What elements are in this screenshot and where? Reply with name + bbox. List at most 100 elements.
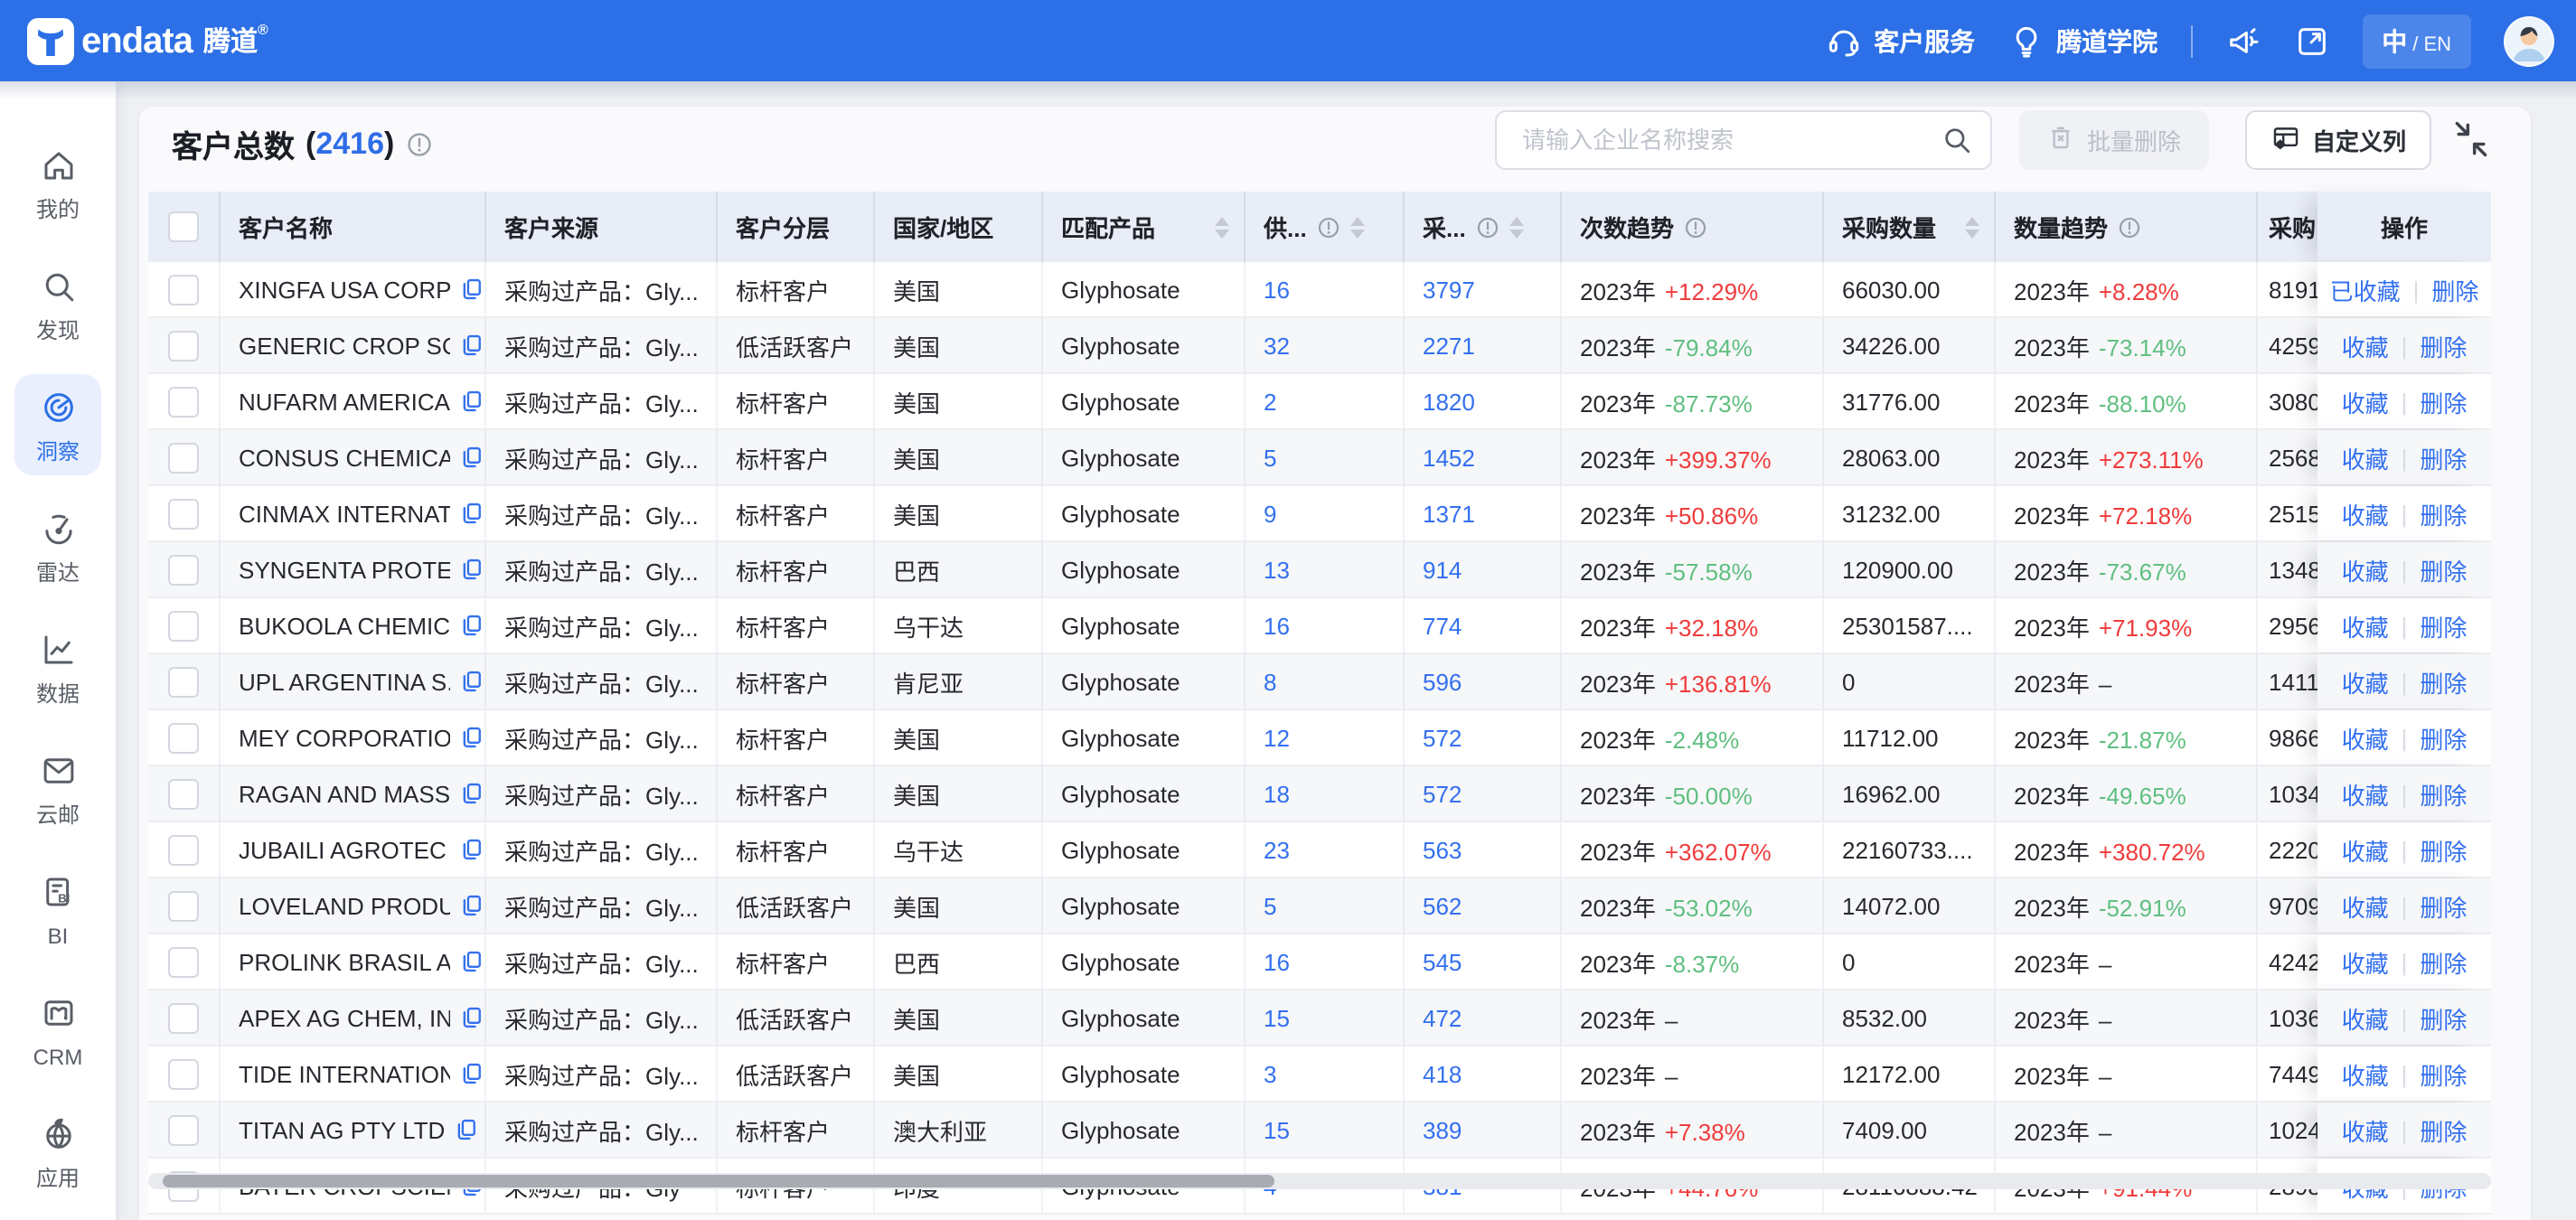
horizontal-scrollbar-track[interactable] — [148, 1173, 2491, 1189]
favorite-link[interactable]: 收藏 — [2342, 720, 2389, 755]
favorite-link[interactable]: 收藏 — [2342, 664, 2389, 699]
row-checkbox[interactable] — [168, 1002, 199, 1033]
purchase-count-link[interactable]: 1371 — [1423, 500, 1475, 527]
supplier-count-link[interactable]: 16 — [1264, 612, 1290, 639]
copy-icon[interactable] — [459, 333, 484, 358]
customer-name[interactable]: TITAN AG PTY LTD — [239, 1116, 445, 1143]
supplier-count-link[interactable]: 15 — [1264, 1004, 1290, 1031]
favorite-link[interactable]: 收藏 — [2342, 552, 2389, 587]
customer-name[interactable]: GENERIC CROP SCI — [239, 332, 450, 359]
row-checkbox[interactable] — [168, 722, 199, 753]
purchase-count-link[interactable]: 572 — [1423, 724, 1462, 751]
header-select-all[interactable] — [148, 192, 221, 262]
sidebar-item-雷达[interactable]: 雷达 — [14, 495, 101, 596]
nav-academy[interactable]: 腾道学院 — [2007, 23, 2158, 59]
supplier-count-link[interactable]: 23 — [1264, 836, 1290, 863]
fullscreen-icon[interactable] — [2293, 23, 2329, 59]
row-checkbox[interactable] — [168, 778, 199, 809]
favorite-link[interactable]: 收藏 — [2342, 608, 2389, 643]
delete-link[interactable]: 删除 — [2420, 888, 2467, 923]
customer-name[interactable]: RAGAN AND MASSE — [239, 780, 450, 807]
supplier-count-link[interactable]: 32 — [1264, 332, 1290, 359]
customer-name[interactable]: SYNGENTA PROTEC — [239, 556, 450, 583]
delete-link[interactable]: 删除 — [2420, 496, 2467, 530]
purchase-count-link[interactable]: 2271 — [1423, 332, 1475, 359]
supplier-count-link[interactable]: 18 — [1264, 780, 1290, 807]
row-checkbox[interactable] — [168, 330, 199, 361]
supplier-count-link[interactable]: 5 — [1264, 444, 1276, 471]
copy-icon[interactable] — [459, 893, 484, 918]
copy-icon[interactable] — [459, 389, 484, 414]
customer-name[interactable]: BUKOOLA CHEMICA — [239, 612, 450, 639]
sort-icon[interactable] — [1509, 216, 1524, 238]
info-icon[interactable] — [405, 129, 434, 158]
row-checkbox[interactable] — [168, 610, 199, 641]
info-icon[interactable] — [1683, 214, 1708, 239]
select-all-checkbox[interactable] — [168, 211, 199, 242]
supplier-count-link[interactable]: 9 — [1264, 500, 1276, 527]
purchase-count-link[interactable]: 389 — [1423, 1116, 1462, 1143]
delete-link[interactable]: 删除 — [2420, 384, 2467, 418]
favorite-link[interactable]: 收藏 — [2342, 496, 2389, 530]
sidebar-item-BI[interactable]: BIBI — [14, 859, 101, 960]
customer-name[interactable]: TIDE INTERNATIONA — [239, 1060, 450, 1087]
user-avatar[interactable] — [2504, 15, 2554, 66]
customer-name[interactable]: APEX AG CHEM, IN — [239, 1004, 450, 1031]
favorite-link[interactable]: 收藏 — [2342, 776, 2389, 811]
purchase-count-link[interactable]: 1820 — [1423, 388, 1475, 415]
supplier-count-link[interactable]: 13 — [1264, 556, 1290, 583]
row-checkbox[interactable] — [168, 946, 199, 977]
batch-delete-button[interactable]: 批量删除 — [2019, 110, 2209, 170]
supplier-count-link[interactable]: 2 — [1264, 388, 1276, 415]
info-icon[interactable] — [1475, 214, 1500, 239]
sidebar-item-应用[interactable]: 应用 — [14, 1101, 101, 1202]
horizontal-scrollbar-thumb[interactable] — [163, 1175, 1274, 1187]
sort-icon[interactable] — [1350, 216, 1365, 238]
purchase-count-link[interactable]: 418 — [1423, 1060, 1462, 1087]
purchase-count-link[interactable]: 563 — [1423, 836, 1462, 863]
customer-name[interactable]: LOVELAND PRODUC — [239, 892, 450, 919]
supplier-count-link[interactable]: 12 — [1264, 724, 1290, 751]
row-checkbox[interactable] — [168, 386, 199, 417]
delete-link[interactable]: 删除 — [2420, 832, 2467, 867]
purchase-count-link[interactable]: 1452 — [1423, 444, 1475, 471]
customer-name[interactable]: XINGFA USA CORPO — [239, 276, 450, 303]
sort-icon[interactable] — [1965, 216, 1979, 238]
nav-customer-service[interactable]: 客户服务 — [1825, 23, 1975, 59]
sidebar-item-云邮[interactable]: 云邮 — [14, 737, 101, 839]
row-checkbox[interactable] — [168, 666, 199, 697]
customer-name[interactable]: PROLINK BRASIL AG — [239, 948, 450, 975]
supplier-count-link[interactable]: 3 — [1264, 1060, 1276, 1087]
copy-icon[interactable] — [459, 613, 484, 638]
supplier-count-link[interactable]: 8 — [1264, 668, 1276, 695]
row-checkbox[interactable] — [168, 274, 199, 305]
delete-link[interactable]: 删除 — [2420, 552, 2467, 587]
delete-link[interactable]: 删除 — [2420, 776, 2467, 811]
customer-name[interactable]: CINMAX INTERNATIO — [239, 500, 450, 527]
favorite-link[interactable]: 收藏 — [2342, 1000, 2389, 1035]
megaphone-icon[interactable] — [2224, 23, 2261, 59]
favorite-link[interactable]: 收藏 — [2342, 440, 2389, 474]
copy-icon[interactable] — [459, 669, 484, 694]
row-checkbox[interactable] — [168, 1058, 199, 1089]
delete-link[interactable]: 删除 — [2420, 1112, 2467, 1147]
sort-icon[interactable] — [1215, 216, 1229, 238]
favorite-link[interactable]: 收藏 — [2342, 1112, 2389, 1147]
delete-link[interactable]: 删除 — [2420, 1056, 2467, 1091]
copy-icon[interactable] — [459, 277, 484, 302]
delete-link[interactable]: 删除 — [2420, 440, 2467, 474]
favorite-link[interactable]: 收藏 — [2342, 384, 2389, 418]
purchase-count-link[interactable]: 572 — [1423, 780, 1462, 807]
purchase-count-link[interactable]: 472 — [1423, 1004, 1462, 1031]
row-checkbox[interactable] — [168, 498, 199, 529]
purchase-count-link[interactable]: 774 — [1423, 612, 1462, 639]
purchase-count-link[interactable]: 562 — [1423, 892, 1462, 919]
row-checkbox[interactable] — [168, 554, 199, 585]
favorite-link[interactable]: 收藏 — [2342, 328, 2389, 362]
customer-name[interactable]: MEY CORPORATION — [239, 724, 450, 751]
customer-name[interactable]: JUBAILI AGROTEC LI — [239, 836, 450, 863]
copy-icon[interactable] — [459, 781, 484, 806]
supplier-count-link[interactable]: 15 — [1264, 1116, 1290, 1143]
customize-columns-button[interactable]: 自定义列 — [2245, 110, 2431, 170]
copy-icon[interactable] — [459, 837, 484, 862]
